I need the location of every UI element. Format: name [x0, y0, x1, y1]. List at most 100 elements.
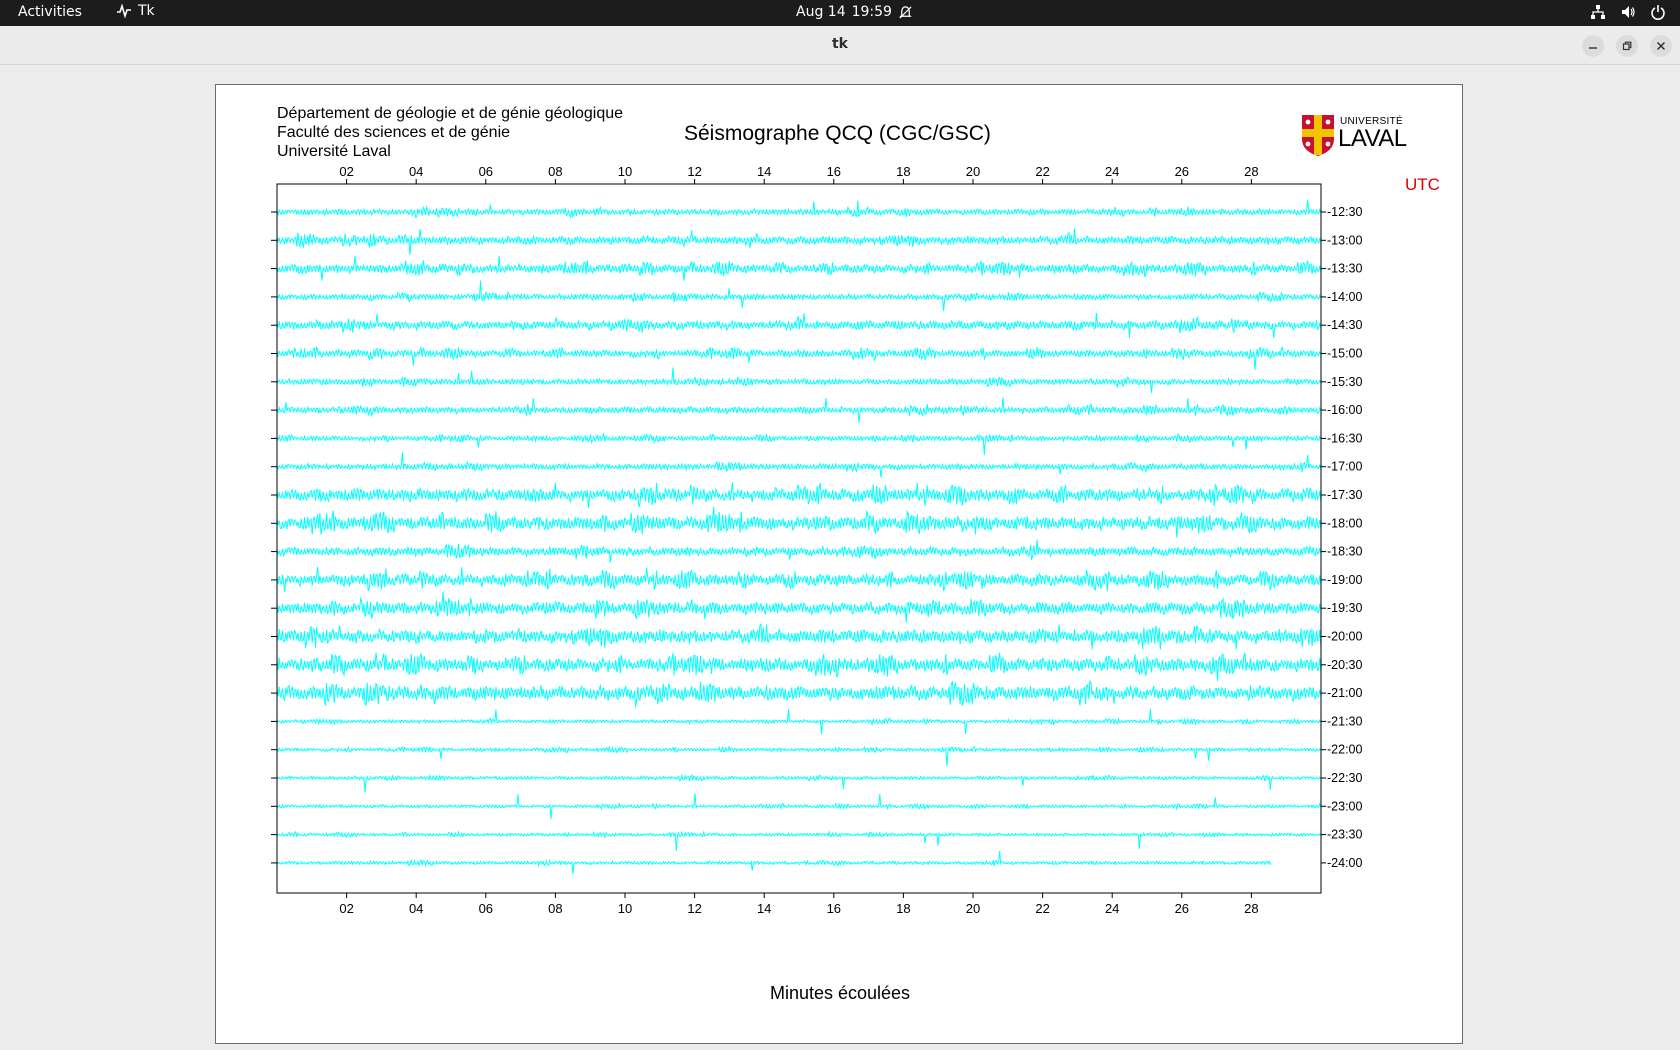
system-tray[interactable] [1590, 4, 1666, 20]
system-top-bar: Activities Tk Aug 14 19:59 [0, 0, 1680, 26]
x-tick-label-top: 06 [479, 164, 493, 179]
minimize-button[interactable] [1582, 35, 1604, 57]
time-label: -15:00 [1327, 347, 1362, 361]
x-tick-label-bottom: 28 [1244, 901, 1258, 916]
seismograph-canvas: Département de géologie et de génie géol… [215, 84, 1463, 1044]
time-label: -13:00 [1327, 233, 1362, 247]
seismic-trace-20:30 [276, 651, 1322, 682]
time-label: -14:00 [1327, 290, 1362, 304]
seismic-trace-19:00 [276, 566, 1322, 593]
seismic-trace-21:30 [276, 709, 1322, 735]
time-label: -12:30 [1327, 205, 1362, 219]
time-label: -20:30 [1327, 658, 1362, 672]
time-label: -24:00 [1327, 856, 1362, 870]
x-tick-label-top: 10 [618, 164, 632, 179]
x-tick-label-bottom: 14 [757, 901, 771, 916]
x-tick-label-bottom: 02 [339, 901, 353, 916]
x-tick-label-top: 02 [339, 164, 353, 179]
seismic-trace-16:00 [276, 397, 1322, 424]
time-label: -17:30 [1327, 488, 1362, 502]
x-tick-label-bottom: 12 [687, 901, 701, 916]
seismic-trace-23:00 [276, 793, 1322, 820]
time-label: -20:00 [1327, 630, 1362, 644]
network-icon[interactable] [1590, 4, 1606, 20]
seismic-trace-23:30 [276, 830, 1322, 852]
seismic-trace-13:00 [276, 228, 1322, 256]
seismic-trace-18:30 [276, 539, 1322, 563]
x-tick-label-bottom: 20 [966, 901, 980, 916]
tk-app-icon [117, 3, 131, 19]
seismic-trace-14:30 [276, 313, 1322, 339]
window-title: tk [831, 36, 848, 52]
volume-icon[interactable] [1620, 4, 1636, 20]
minimize-icon [1589, 47, 1597, 49]
seismic-trace-15:30 [276, 367, 1322, 393]
clock[interactable]: Aug 14 19:59 [796, 4, 913, 20]
time-label: -16:00 [1327, 403, 1362, 417]
time-label: -21:30 [1327, 714, 1362, 728]
time-label: -23:00 [1327, 799, 1362, 813]
x-tick-label-top: 18 [896, 164, 910, 179]
x-tick-label-top: 26 [1175, 164, 1189, 179]
clock-time: 19:59 [851, 4, 892, 20]
time-label: -14:30 [1327, 318, 1362, 332]
seismic-trace-24:00 [276, 851, 1272, 874]
x-tick-label-top: 12 [687, 164, 701, 179]
seismic-trace-20:00 [276, 623, 1322, 650]
x-tick-label-bottom: 10 [618, 901, 632, 916]
clock-date: Aug 14 [796, 4, 846, 20]
seismic-trace-19:30 [276, 591, 1322, 623]
time-label: -21:00 [1327, 686, 1362, 700]
time-label: -22:00 [1327, 743, 1362, 757]
x-tick-label-bottom: 04 [409, 901, 423, 916]
x-tick-label-top: 22 [1035, 164, 1049, 179]
x-tick-label-top: 14 [757, 164, 771, 179]
time-label: -18:30 [1327, 545, 1362, 559]
time-label: -16:30 [1327, 431, 1362, 445]
activities-button[interactable]: Activities [18, 4, 82, 20]
x-tick-label-bottom: 26 [1175, 901, 1189, 916]
x-tick-label-bottom: 16 [827, 901, 841, 916]
time-label: -13:30 [1327, 262, 1362, 276]
x-tick-label-top: 24 [1105, 164, 1119, 179]
x-tick-label-bottom: 06 [479, 901, 493, 916]
x-tick-label-bottom: 22 [1035, 901, 1049, 916]
window-content: Département de géologie et de génie géol… [0, 65, 1680, 1050]
maximize-button[interactable] [1616, 35, 1638, 57]
plot-axes: 02 02 04 04 06 06 08 08 10 10 12 12 14 14 16 16 18 18 20 20… [271, 164, 1362, 916]
app-name: Tk [138, 3, 155, 19]
plot-frame [276, 183, 1322, 894]
app-menu[interactable]: Tk [116, 3, 155, 19]
seismogram-plot: 02 02 04 04 06 06 08 08 10 10 12 12 14 14 16 16 18 18 20 20… [271, 164, 1440, 1003]
window-titlebar[interactable]: tk [0, 26, 1680, 65]
x-tick-label-top: 28 [1244, 164, 1258, 179]
time-label: -15:30 [1327, 375, 1362, 389]
seismic-trace-21:00 [276, 679, 1322, 708]
seismic-traces [276, 199, 1322, 874]
seismic-trace-12:30 [276, 199, 1322, 219]
x-tick-label-bottom: 24 [1105, 901, 1119, 916]
time-label: -17:00 [1327, 460, 1362, 474]
x-tick-label-top: 20 [966, 164, 980, 179]
x-tick-label-top: 16 [827, 164, 841, 179]
x-tick-label-top: 04 [409, 164, 423, 179]
time-label: -19:00 [1327, 573, 1362, 587]
seismic-trace-22:30 [276, 773, 1322, 793]
time-label: -22:30 [1327, 771, 1362, 785]
seismic-trace-13:30 [276, 255, 1322, 281]
x-tick-label-bottom: 18 [896, 901, 910, 916]
seismic-trace-17:00 [276, 452, 1322, 478]
seismic-trace-18:00 [276, 506, 1322, 538]
seismic-trace-22:00 [276, 744, 1322, 767]
seismic-trace-15:00 [276, 345, 1322, 370]
notifications-muted-icon [899, 5, 912, 19]
x-tick-label-bottom: 08 [548, 901, 562, 916]
restore-icon [1622, 41, 1632, 51]
x-axis-label: Minutes écoulées [770, 983, 910, 1003]
close-icon [1656, 41, 1666, 51]
time-label: -19:30 [1327, 601, 1362, 615]
time-label: -18:00 [1327, 516, 1362, 530]
power-icon[interactable] [1650, 4, 1666, 20]
x-tick-label-top: 08 [548, 164, 562, 179]
close-button[interactable] [1650, 35, 1672, 57]
